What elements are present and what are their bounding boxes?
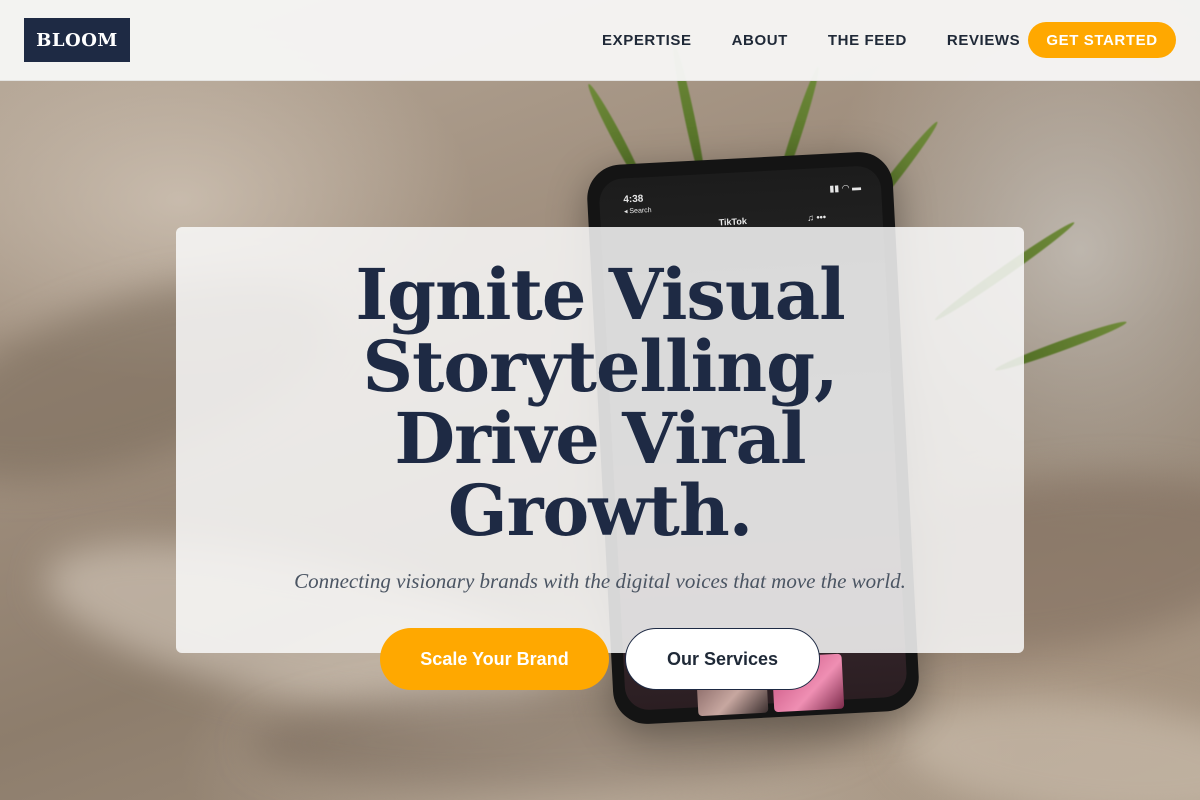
our-services-button[interactable]: Our Services [625, 628, 820, 690]
nav-item-expertise[interactable]: EXPERTISE [602, 32, 692, 49]
logo[interactable]: BLOOM [24, 18, 130, 62]
hero-actions: Scale Your Brand Our Services [380, 628, 820, 690]
get-started-button[interactable]: GET STARTED [1028, 22, 1176, 58]
blanket-fold [894, 680, 1200, 800]
nav-item-reviews[interactable]: REVIEWS [947, 32, 1020, 49]
site-header: BLOOM EXPERTISE ABOUT THE FEED REVIEWS G… [0, 0, 1200, 81]
hero-card: Ignite Visual Storytelling, Drive Viral … [176, 227, 1024, 690]
hero-subheadline: Connecting visionary brands with the dig… [294, 569, 906, 593]
phone-header-icons: ♫ ••• [806, 211, 827, 223]
main-nav: EXPERTISE ABOUT THE FEED REVIEWS [602, 0, 1020, 80]
phone-status-icons: ▮▮ ◠ ▬ [829, 182, 862, 194]
phone-app-title-text: TikTok [718, 216, 748, 228]
nav-item-about[interactable]: ABOUT [732, 32, 788, 49]
nav-item-the-feed[interactable]: THE FEED [828, 32, 907, 49]
phone-time: 4:38 [623, 193, 644, 206]
phone-status-time: 4:38 ◂ Search [623, 193, 652, 215]
phone-back-label: ◂ Search [623, 207, 652, 216]
hero-headline: Ignite Visual Storytelling, Drive Viral … [355, 253, 845, 552]
scale-your-brand-button[interactable]: Scale Your Brand [380, 628, 609, 690]
